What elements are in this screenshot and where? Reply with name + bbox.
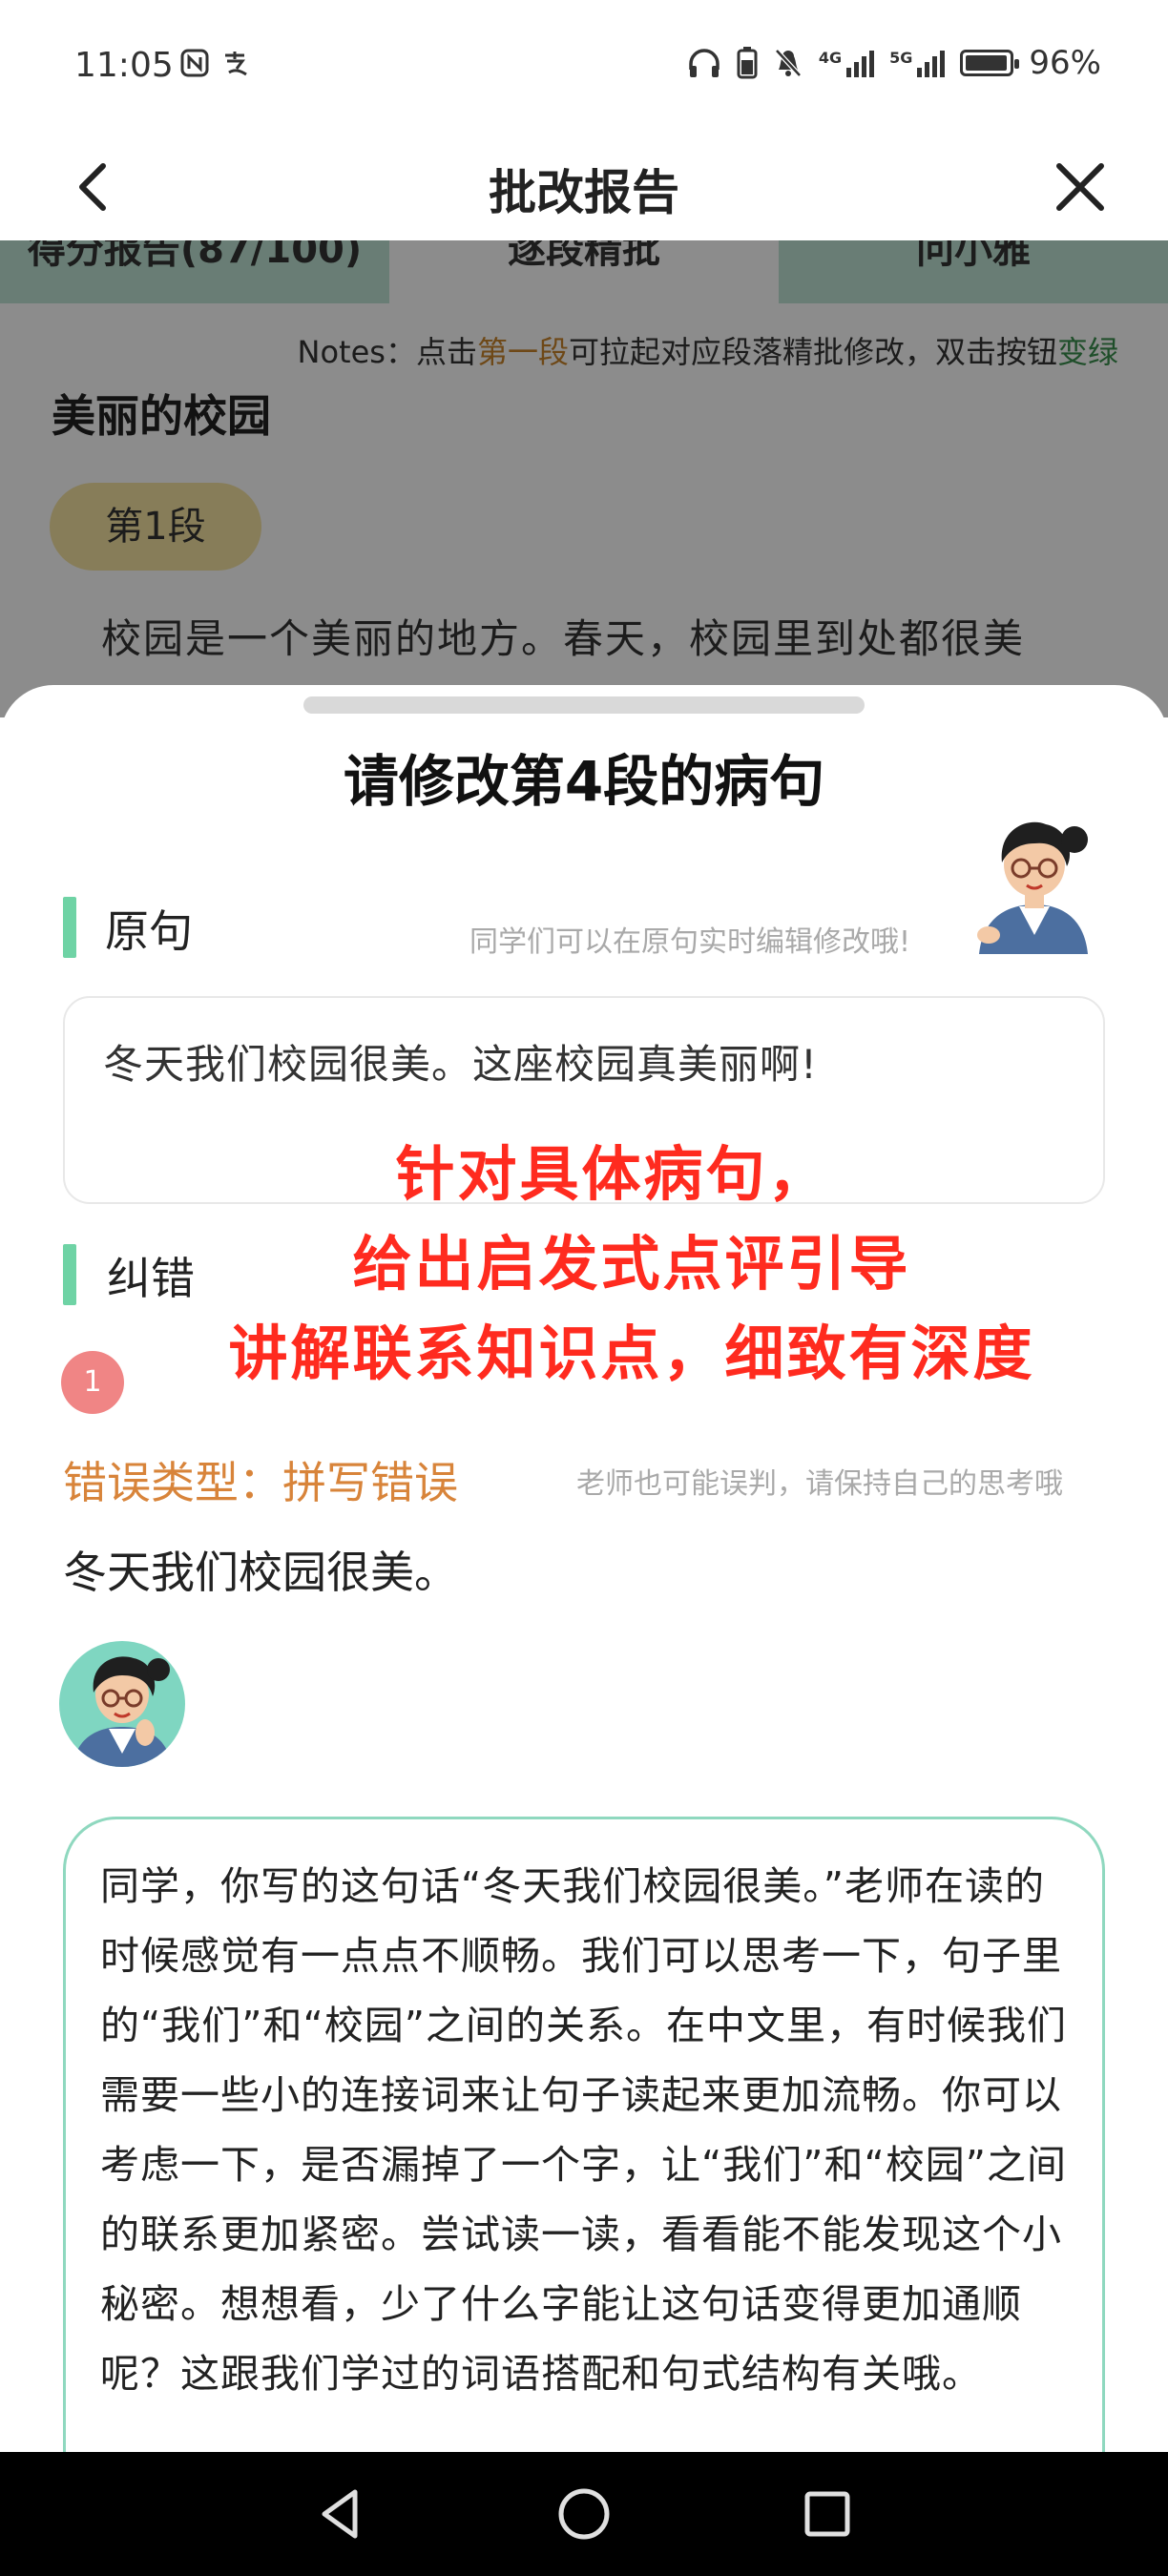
signal-4g-label: 4G [818,49,843,67]
teacher-comment-text: 同学，你写的这句话“冬天我们校园很美。”老师在读的时候感觉有一点点不顺畅。我们可… [100,1863,1067,2397]
misjudge-disclaimer: 老师也可能误判，请保持自己的思考哦 [576,1467,1063,1501]
battery-fill [966,55,1007,71]
original-edit-hint: 同学们可以在原句实时编辑修改哦! [469,925,911,959]
back-triangle-icon[interactable] [309,2483,372,2545]
app-header: 批改报告 [0,134,1168,240]
correction-section-label: 纠错 [107,1253,195,1304]
battery-percent: 96% [1029,44,1101,82]
alipay-icon [225,52,247,76]
modal-overlay[interactable] [0,240,1168,717]
original-section-marker [63,897,76,958]
correction-sheet: 请修改第4段的病句 原句 同学们可以在原句实时编辑修改哦! 冬天我们校园很美。这… [0,685,1168,2452]
battery-icon [960,50,1020,76]
teacher-avatar-icon [977,821,1088,954]
teacher-avatar-small [59,1641,185,1767]
status-left-icons [179,48,250,78]
home-circle-icon[interactable] [553,2483,615,2545]
promo-line-1: 针对具体病句， [395,1139,830,1209]
status-bar: 11:05 4G 5G 96% [0,0,1168,134]
page-title: 批改报告 [489,165,679,220]
original-sentence-text[interactable]: 冬天我们校园很美。这座校园真美丽啊! [103,1032,818,1091]
sheet-drag-handle[interactable] [303,696,865,714]
teacher-avatar-small-icon [73,1656,172,1767]
headphones-icon [689,49,720,77]
recents-square-icon[interactable] [796,2483,859,2545]
signal-5g-label: 5G [889,49,913,67]
phone-battery-icon [737,47,758,79]
close-icon[interactable] [1050,156,1111,218]
signal-4g-icon: 4G [818,49,875,77]
error-type-label: 错误类型：拼写错误 [63,1457,458,1508]
status-time: 11:05 [74,46,174,85]
error-sentence: 冬天我们校园很美。 [63,1547,458,1598]
promo-line-3: 讲解联系知识点，细致有深度 [228,1319,1035,1388]
mute-icon [775,49,802,77]
status-right-icons: 4G 5G 96% [687,44,1101,82]
teacher-comment-box: 同学，你写的这句话“冬天我们校园很美。”老师在读的时候感觉有一点点不顺畅。我们可… [63,1817,1105,2452]
original-section-label: 原句 [105,905,193,957]
correction-section-marker [63,1244,76,1305]
signal-5g-icon: 5G [889,49,946,77]
error-number-badge: 1 [61,1351,124,1414]
nfc-icon [180,49,209,77]
system-nav-bar [0,2452,1168,2576]
sheet-title: 请修改第4段的病句 [343,749,825,814]
